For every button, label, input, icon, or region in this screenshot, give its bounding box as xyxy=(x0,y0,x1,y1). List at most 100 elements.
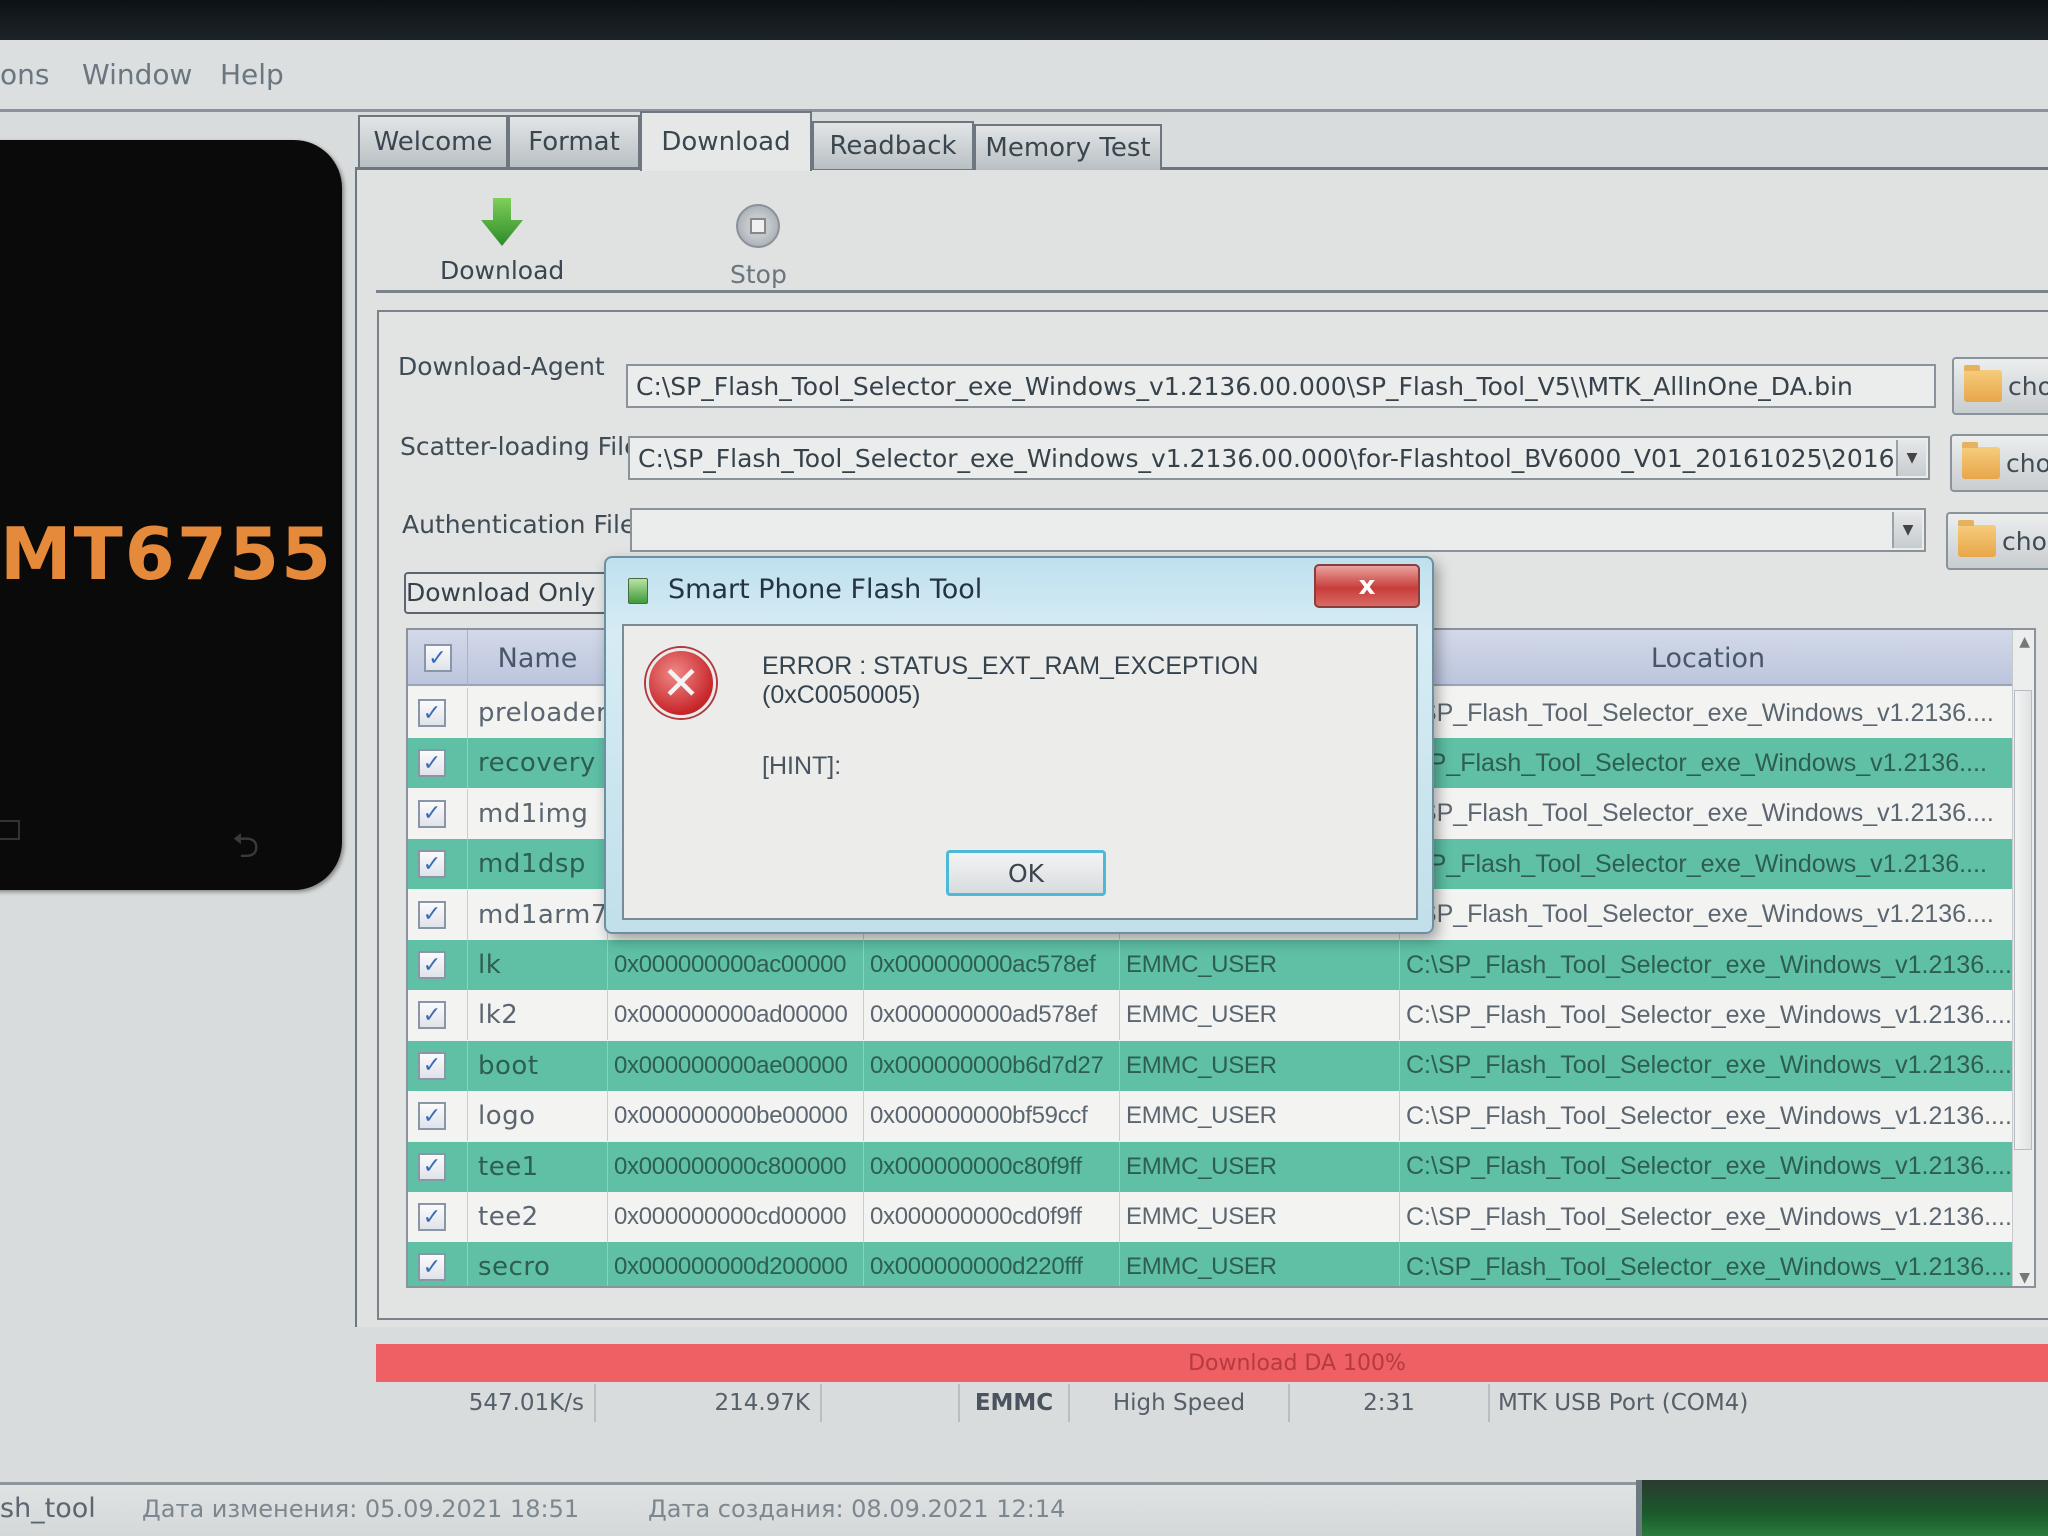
cell-region: EMMC_USER xyxy=(1120,990,1400,1041)
cell-end: 0x000000000bf59ccf xyxy=(864,1091,1120,1142)
row-checkbox[interactable]: ✓ xyxy=(418,951,446,979)
cell-name: md1img xyxy=(468,788,608,839)
row-checkbox[interactable]: ✓ xyxy=(418,749,446,778)
table-row[interactable]: ✓ lk 0x000000000ac00000 0x000000000ac578ef E… xyxy=(408,940,2016,990)
status-empty xyxy=(822,1384,960,1422)
scatter-dropdown-arrow-icon[interactable]: ▼ xyxy=(1896,440,1926,476)
da-path-field[interactable]: C:\SP_Flash_Tool_Selector_exe_Windows_v1… xyxy=(626,364,1936,408)
menu-bar: ons Window Help xyxy=(0,40,2048,112)
da-label: Download-Agent xyxy=(398,352,605,381)
stop-button[interactable]: Stop xyxy=(730,198,787,289)
cell-region: EMMC_USER xyxy=(1120,1091,1400,1142)
scatter-label: Scatter-loading File xyxy=(400,432,640,461)
ok-button[interactable]: OK xyxy=(946,850,1106,896)
table-row[interactable]: ✓ logo 0x000000000be00000 0x000000000bf59cc… xyxy=(408,1091,2016,1142)
row-checkbox-cell: ✓ xyxy=(408,688,468,738)
scatter-choose-button[interactable]: choose xyxy=(1950,434,2048,492)
cell-begin: 0x000000000ad00000 xyxy=(608,990,864,1041)
error-message: ERROR : STATUS_EXT_RAM_EXCEPTION (0xC005… xyxy=(762,652,1259,709)
cell-location: :\SP_Flash_Tool_Selector_exe_Windows_v1.… xyxy=(1400,889,2016,940)
row-checkbox[interactable]: ✓ xyxy=(418,1203,446,1231)
row-checkbox[interactable]: ✓ xyxy=(418,699,446,727)
da-choose-button[interactable]: choose xyxy=(1952,357,2048,415)
row-checkbox-cell: ✓ xyxy=(408,788,468,839)
cell-location: :\SP_Flash_Tool_Selector_exe_Windows_v1.… xyxy=(1400,788,2016,839)
phone-menu-icon xyxy=(0,820,20,840)
row-checkbox-cell: ✓ xyxy=(408,1242,468,1286)
download-arrow-icon xyxy=(481,198,524,246)
cell-region: EMMC_USER xyxy=(1120,1040,1400,1091)
cell-region: EMMC_USER xyxy=(1120,1141,1400,1192)
auth-choose-button[interactable]: choose xyxy=(1946,512,2048,570)
status-bar: 547.01K/s 214.97K EMMC High Speed 2:31 M… xyxy=(376,1384,2048,1422)
cell-name: tee1 xyxy=(468,1141,608,1192)
row-checkbox-cell: ✓ xyxy=(408,990,468,1041)
close-icon: x xyxy=(1358,571,1376,601)
cell-name: logo xyxy=(468,1091,608,1142)
hint-message: [HINT]: xyxy=(762,752,842,780)
monitor-bezel xyxy=(0,0,2048,40)
header-name[interactable]: Name xyxy=(468,630,608,686)
row-checkbox[interactable]: ✓ xyxy=(418,1152,446,1181)
cell-location: \SP_Flash_Tool_Selector_exe_Windows_v1.2… xyxy=(1400,839,2016,890)
menu-options[interactable]: ons xyxy=(0,58,49,91)
choose-label: choose xyxy=(2002,526,2048,556)
folder-icon xyxy=(1958,520,1996,557)
auth-path-field[interactable]: ▼ xyxy=(630,508,1926,552)
row-checkbox-cell: ✓ xyxy=(408,889,468,940)
cell-end: 0x000000000ac578ef xyxy=(864,940,1120,990)
tab-welcome[interactable]: Welcome xyxy=(358,115,508,167)
table-row[interactable]: ✓ secro 0x000000000d200000 0x000000000d220f… xyxy=(408,1242,2016,1286)
tab-memory-test[interactable]: Memory Test xyxy=(974,124,1162,170)
cell-end: 0x000000000c80f9ff xyxy=(864,1141,1120,1192)
select-all-checkbox[interactable]: ✓ xyxy=(423,644,452,672)
row-checkbox[interactable]: ✓ xyxy=(418,799,446,828)
table-row[interactable]: ✓ lk2 0x000000000ad00000 0x000000000ad578ef… xyxy=(408,990,2016,1041)
cell-begin: 0x000000000d200000 xyxy=(608,1242,864,1286)
scroll-down-icon[interactable]: ▼ xyxy=(2019,1270,2030,1286)
scroll-up-icon[interactable]: ▲ xyxy=(2019,634,2030,650)
cell-name: boot xyxy=(468,1040,608,1091)
cell-end: 0x000000000cd0f9ff xyxy=(864,1192,1120,1242)
error-icon: ✕ xyxy=(646,648,716,718)
folder-icon xyxy=(1964,365,2002,402)
dialog-close-button[interactable]: x xyxy=(1314,564,1420,608)
download-button[interactable]: Download xyxy=(440,196,564,285)
row-checkbox[interactable]: ✓ xyxy=(418,1051,446,1080)
table-row[interactable]: ✓ tee2 0x000000000cd00000 0x000000000cd0f9f… xyxy=(408,1192,2016,1242)
table-scrollbar[interactable]: ▲ ▼ xyxy=(2012,630,2034,1286)
cell-begin: 0x000000000cd00000 xyxy=(608,1192,864,1242)
cell-name: tee2 xyxy=(468,1192,608,1242)
choose-label: choose xyxy=(2008,371,2048,401)
row-checkbox-cell: ✓ xyxy=(408,940,468,990)
choose-label: choose xyxy=(2006,448,2048,478)
scatter-path-value: C:\SP_Flash_Tool_Selector_exe_Windows_v1… xyxy=(638,444,1930,473)
tab-download[interactable]: Download xyxy=(640,111,812,171)
file-thumbnail xyxy=(1636,1480,2048,1536)
row-checkbox-cell: ✓ xyxy=(408,738,468,789)
download-mode-select[interactable]: Download Only xyxy=(404,572,624,614)
status-speed: 547.01K/s xyxy=(376,1384,596,1422)
row-checkbox[interactable]: ✓ xyxy=(418,1253,446,1282)
folder-icon xyxy=(1962,442,2000,479)
menu-help[interactable]: Help xyxy=(220,58,284,91)
row-checkbox[interactable]: ✓ xyxy=(418,900,446,929)
tab-format[interactable]: Format xyxy=(508,115,640,167)
row-checkbox[interactable]: ✓ xyxy=(418,1102,446,1131)
error-dialog: Smart Phone Flash Tool x ✕ ERROR : STATU… xyxy=(604,556,1434,934)
header-location[interactable]: Location xyxy=(1400,630,2016,686)
menu-window[interactable]: Window xyxy=(82,58,192,91)
stop-icon xyxy=(736,204,781,248)
scatter-path-field[interactable]: C:\SP_Flash_Tool_Selector_exe_Windows_v1… xyxy=(628,436,1930,480)
scroll-thumb[interactable] xyxy=(2014,690,2032,1150)
auth-dropdown-arrow-icon[interactable]: ▼ xyxy=(1892,512,1922,548)
header-select-all[interactable]: ✓ xyxy=(408,630,468,686)
table-row[interactable]: ✓ tee1 0x000000000c800000 0x000000000c80f9f… xyxy=(408,1141,2016,1192)
table-row[interactable]: ✓ boot 0x000000000ae00000 0x000000000b6d7d2… xyxy=(408,1040,2016,1091)
cell-location: C:\SP_Flash_Tool_Selector_exe_Windows_v1… xyxy=(1400,990,2016,1041)
row-checkbox[interactable]: ✓ xyxy=(418,1001,446,1030)
row-checkbox[interactable]: ✓ xyxy=(418,850,446,879)
tab-readback[interactable]: Readback xyxy=(812,121,974,169)
auth-label: Authentication File xyxy=(402,510,636,539)
cell-name: secro xyxy=(468,1242,608,1286)
